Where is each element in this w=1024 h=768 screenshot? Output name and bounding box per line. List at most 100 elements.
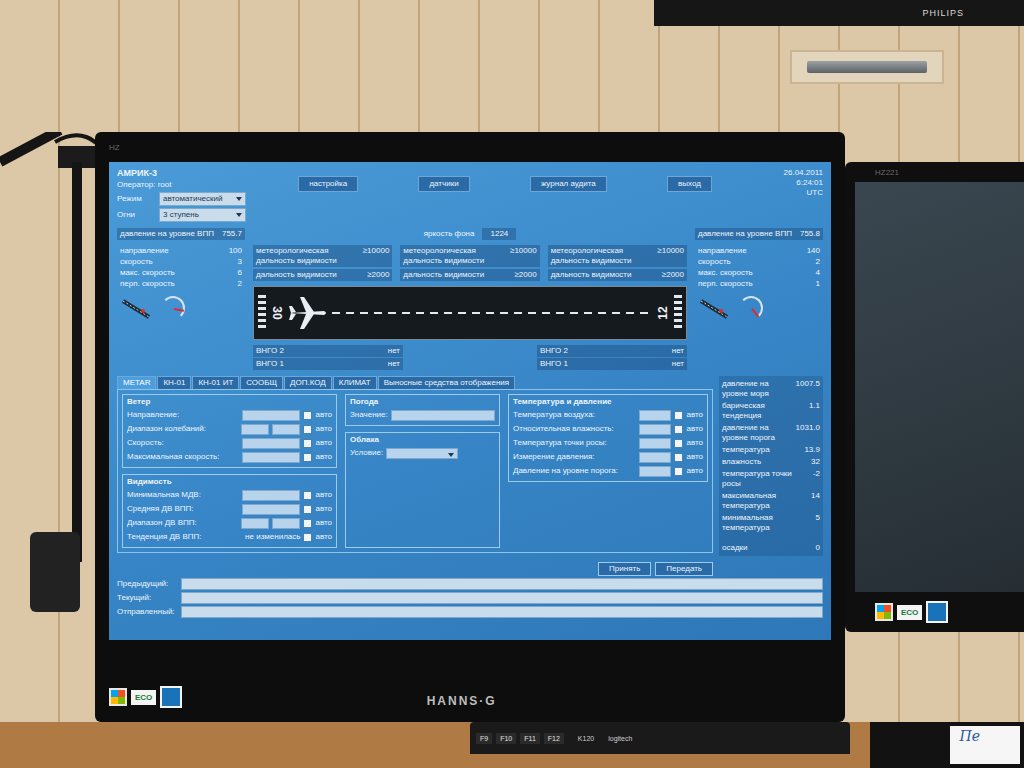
input-field[interactable] — [242, 452, 300, 463]
auto-checkbox[interactable] — [303, 533, 312, 542]
tab[interactable]: Выносные средства отображения — [378, 376, 515, 389]
input-field[interactable] — [272, 424, 300, 435]
tab[interactable]: КН-01 ИТ — [192, 376, 239, 389]
lamp-icon — [0, 132, 95, 722]
input-field[interactable] — [242, 504, 300, 515]
message-field[interactable] — [181, 592, 823, 604]
auto-checkbox[interactable] — [303, 519, 312, 528]
message-field[interactable] — [181, 606, 823, 618]
action-button[interactable]: Передать — [655, 562, 713, 576]
cloud-base-value: нет — [388, 346, 400, 356]
auto-checkbox[interactable] — [303, 453, 312, 462]
runway-wind-icon — [699, 295, 729, 321]
monitor-chin: ECOHANNS·G — [109, 640, 831, 722]
group-title: Облака — [350, 435, 495, 445]
nav-button[interactable]: журнал аудита — [530, 176, 607, 192]
clouds-dropdown[interactable] — [386, 448, 458, 459]
sensor-value: 32 — [811, 457, 820, 467]
auto-checkbox[interactable] — [674, 467, 683, 476]
runway-center: яркость фона1224метеорологическая дально… — [253, 228, 687, 370]
action-button[interactable]: Принять — [598, 562, 651, 576]
field-label: Направление: — [127, 410, 239, 420]
wind-label: перп. скорость — [698, 279, 753, 289]
auto-label: авто — [315, 532, 332, 542]
auto-checkbox[interactable] — [674, 439, 683, 448]
input-field[interactable] — [639, 410, 671, 421]
monitor-brand: HANNS·G — [182, 694, 831, 708]
form-row: Направление:авто — [127, 409, 332, 421]
sensor-label: давление на уровне порога — [722, 423, 792, 443]
tab[interactable]: ДОП.КОД — [284, 376, 332, 389]
nav-button[interactable]: выход — [667, 176, 712, 192]
wind-row: скорость2 — [698, 257, 820, 267]
wind-value: 2 — [238, 279, 242, 289]
form-row: Условие: — [350, 447, 495, 459]
auto-label: авто — [686, 466, 703, 476]
rvr-label: дальность видимости — [403, 270, 484, 280]
auto-checkbox[interactable] — [303, 425, 312, 434]
message-row: Отправленный: — [117, 606, 823, 618]
needle-icon — [751, 308, 759, 317]
input-field[interactable] — [639, 424, 671, 435]
field-label: Диапазон колебаний: — [127, 424, 238, 434]
key[interactable]: F12 — [544, 733, 564, 744]
auto-checkbox[interactable] — [674, 453, 683, 462]
mor: метеорологическая дальность видимости≥10… — [400, 245, 539, 267]
auto-checkbox[interactable] — [303, 411, 312, 420]
wind-row: направление140 — [698, 246, 820, 256]
input-field[interactable] — [639, 466, 671, 477]
sensor-value: 14 — [811, 491, 820, 501]
visibility-row: метеорологическая дальность видимости≥10… — [253, 245, 687, 281]
form-row: Относительная влажность:авто — [513, 423, 703, 435]
auto-checkbox[interactable] — [674, 425, 683, 434]
input-field[interactable] — [241, 424, 269, 435]
input-field[interactable] — [241, 518, 269, 529]
report-editor: METARКН-01КН-01 ИТСООБЩДОП.КОДКЛИМАТВыно… — [117, 376, 713, 556]
tab[interactable]: КЛИМАТ — [333, 376, 377, 389]
form-row: Измерение давления:авто — [513, 451, 703, 463]
input-field[interactable] — [639, 452, 671, 463]
input-field[interactable] — [242, 410, 300, 421]
sensor-row: температура13.9 — [722, 445, 820, 455]
nav-button[interactable]: настройка — [298, 176, 358, 192]
rvr: дальность видимости≥2000 — [400, 269, 539, 281]
auto-label: авто — [686, 438, 703, 448]
tab[interactable]: КН-01 — [157, 376, 191, 389]
lights-dropdown[interactable]: 3 ступень — [159, 208, 246, 222]
auto-checkbox[interactable] — [303, 505, 312, 514]
report-form: ВетерНаправление:автоДиапазон колебаний:… — [117, 389, 713, 553]
auto-checkbox[interactable] — [674, 411, 683, 420]
input-field[interactable] — [242, 438, 300, 449]
sensor-value: 1007.5 — [796, 379, 820, 389]
auto-checkbox[interactable] — [303, 439, 312, 448]
field-label: Тенденция ДВ ВПП: — [127, 532, 242, 542]
tab[interactable]: СООБЩ — [240, 376, 283, 389]
form-column: Температура и давлениеТемпература воздух… — [508, 394, 708, 548]
key[interactable]: F9 — [476, 733, 492, 744]
cloud-base-label: ВНГО 1 — [540, 359, 568, 369]
app-title: АМРИК-3 — [117, 168, 267, 178]
message-field[interactable] — [181, 578, 823, 590]
form-column: ПогодаЗначение:ОблакаУсловие: — [345, 394, 500, 548]
lights-row: Огни3 ступень — [117, 208, 267, 222]
auto-checkbox[interactable] — [303, 491, 312, 500]
mode-dropdown[interactable]: автоматический — [159, 192, 246, 206]
weather-field[interactable] — [391, 410, 495, 421]
key[interactable]: F11 — [520, 733, 540, 744]
temperature-group: Температура и давлениеТемпература воздух… — [508, 394, 708, 482]
wind-label: макс. скорость — [120, 268, 175, 278]
form-row: Средняя ДВ ВПП:авто — [127, 503, 332, 515]
input-field[interactable] — [272, 518, 300, 529]
form-row: Давление на уровне порога:авто — [513, 465, 703, 477]
sensor-label: барическая тенденция — [722, 401, 805, 421]
threshold-marks — [258, 295, 266, 331]
tab[interactable]: METAR — [117, 376, 156, 389]
key[interactable]: F10 — [496, 733, 516, 744]
sensor-value: 13.9 — [804, 445, 820, 455]
sensor-label: температура точки росы — [722, 469, 809, 489]
nav-button[interactable]: датчики — [418, 176, 469, 192]
mor-label: метеорологическая дальность видимости — [551, 246, 654, 266]
input-field[interactable] — [639, 438, 671, 449]
field-label: Скорость: — [127, 438, 239, 448]
input-field[interactable] — [242, 490, 300, 501]
